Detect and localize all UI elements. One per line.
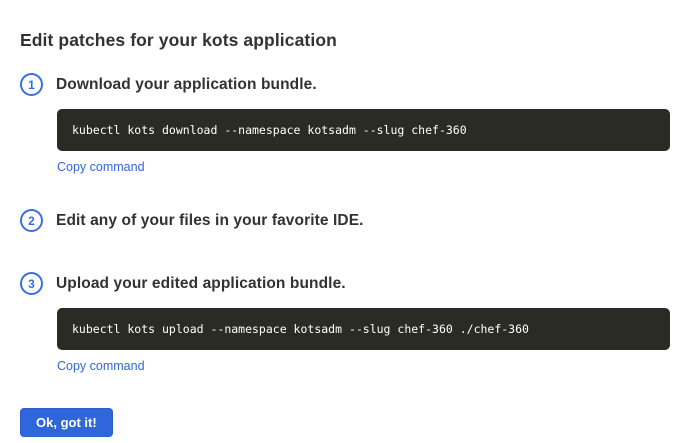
step-download-bundle: 1 Download your application bundle. kube…: [20, 73, 670, 176]
step-row: 3 Upload your edited application bundle.: [20, 272, 670, 295]
upload-command-code-block: kubectl kots upload --namespace kotsadm …: [57, 308, 670, 350]
copy-upload-command-link[interactable]: Copy command: [57, 359, 145, 373]
step-2-number-badge: 2: [20, 209, 43, 232]
step-1-heading: Download your application bundle.: [56, 76, 317, 94]
step-3-heading: Upload your edited application bundle.: [56, 275, 346, 293]
edit-patches-panel: Edit patches for your kots application 1…: [0, 0, 690, 443]
copy-download-command-link[interactable]: Copy command: [57, 160, 145, 174]
page-title: Edit patches for your kots application: [20, 30, 670, 51]
step-edit-files: 2 Edit any of your files in your favorit…: [20, 209, 670, 232]
step-3-number-badge: 3: [20, 272, 43, 295]
ok-got-it-button[interactable]: Ok, got it!: [20, 408, 113, 437]
step-3-body: kubectl kots upload --namespace kotsadm …: [57, 308, 670, 375]
step-1-number-badge: 1: [20, 73, 43, 96]
step-1-body: kubectl kots download --namespace kotsad…: [57, 109, 670, 176]
step-row: 1 Download your application bundle.: [20, 73, 670, 96]
step-2-heading: Edit any of your files in your favorite …: [56, 212, 364, 230]
step-upload-bundle: 3 Upload your edited application bundle.…: [20, 272, 670, 375]
step-row: 2 Edit any of your files in your favorit…: [20, 209, 670, 232]
download-command-code-block: kubectl kots download --namespace kotsad…: [57, 109, 670, 151]
